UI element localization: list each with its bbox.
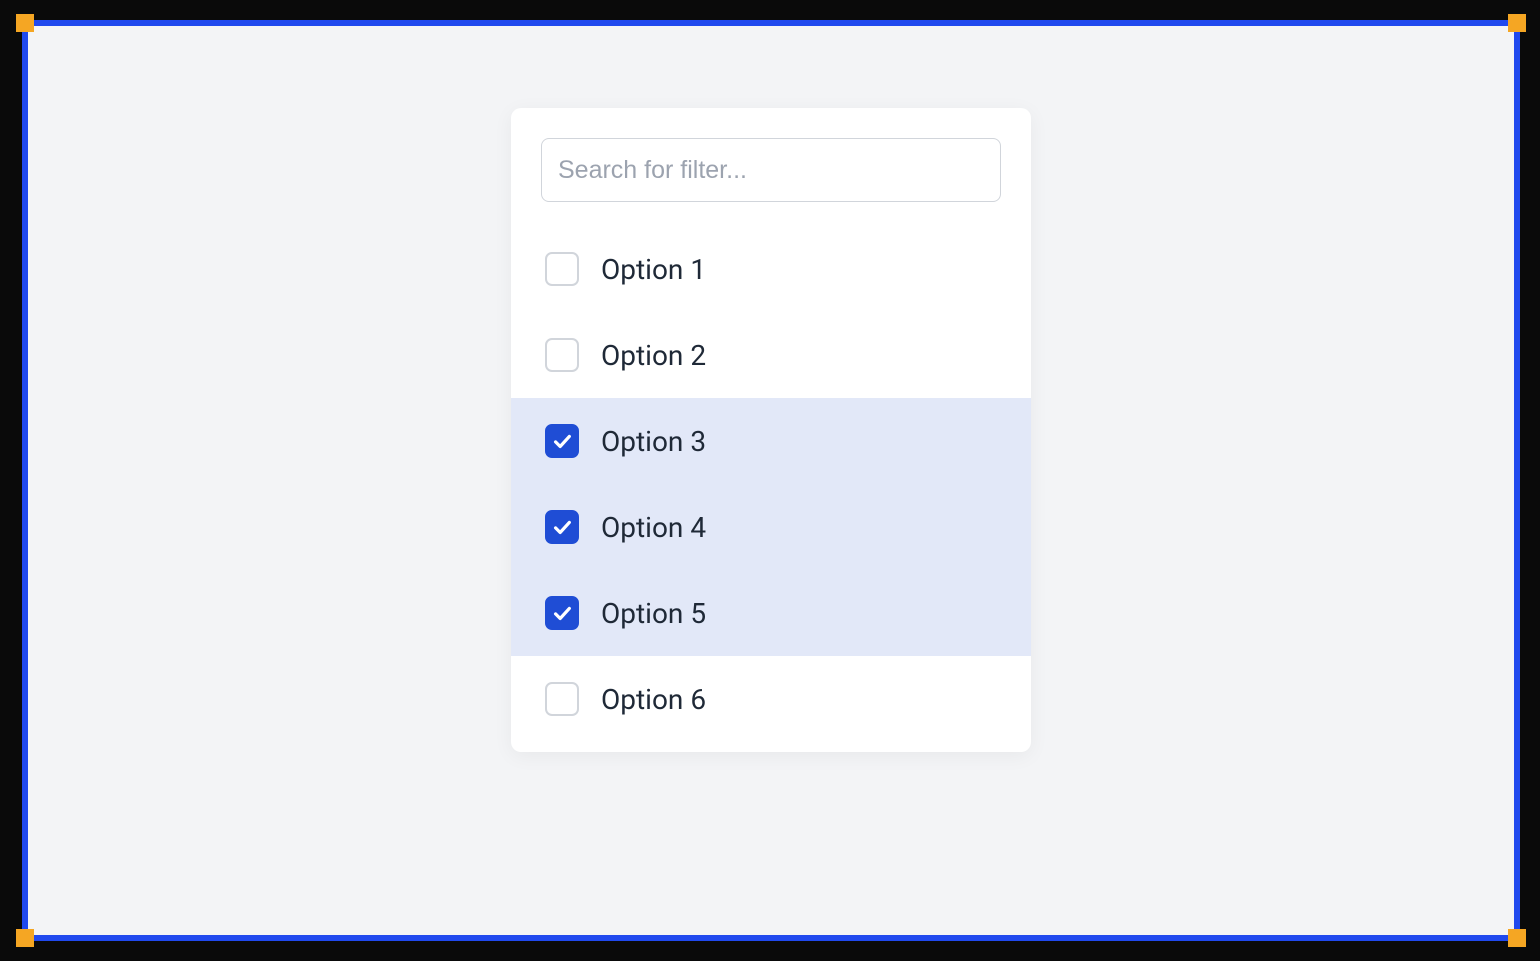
option-row[interactable]: Option 4 [511,484,1031,570]
check-icon [551,602,573,624]
checkbox[interactable] [545,510,579,544]
checkbox[interactable] [545,682,579,716]
selection-handle-top-right[interactable] [1508,14,1526,32]
option-label: Option 2 [601,339,706,372]
option-row[interactable]: Option 2 [511,312,1031,398]
checkbox[interactable] [545,252,579,286]
checkbox[interactable] [545,424,579,458]
selection-handle-top-left[interactable] [16,14,34,32]
selection-handle-bottom-left[interactable] [16,929,34,947]
option-row[interactable]: Option 6 [511,656,1031,742]
checkbox[interactable] [545,596,579,630]
filter-panel: Option 1 Option 2 Option 3 Option 4 Option 5… [511,108,1031,752]
canvas-background: Option 1 Option 2 Option 3 Option 4 Option 5… [28,26,1514,935]
options-list: Option 1 Option 2 Option 3 Option 4 Option 5… [511,226,1031,742]
option-row[interactable]: Option 3 [511,398,1031,484]
check-icon [551,516,573,538]
selection-handle-bottom-right[interactable] [1508,929,1526,947]
search-wrapper [511,108,1031,226]
check-icon [551,430,573,452]
option-row[interactable]: Option 5 [511,570,1031,656]
option-label: Option 4 [601,511,706,544]
checkbox[interactable] [545,338,579,372]
option-row[interactable]: Option 1 [511,226,1031,312]
option-label: Option 3 [601,425,706,458]
search-input[interactable] [541,138,1001,202]
option-label: Option 5 [601,597,706,630]
selection-frame: Option 1 Option 2 Option 3 Option 4 Option 5… [22,20,1520,941]
option-label: Option 6 [601,683,706,716]
option-label: Option 1 [601,253,706,286]
